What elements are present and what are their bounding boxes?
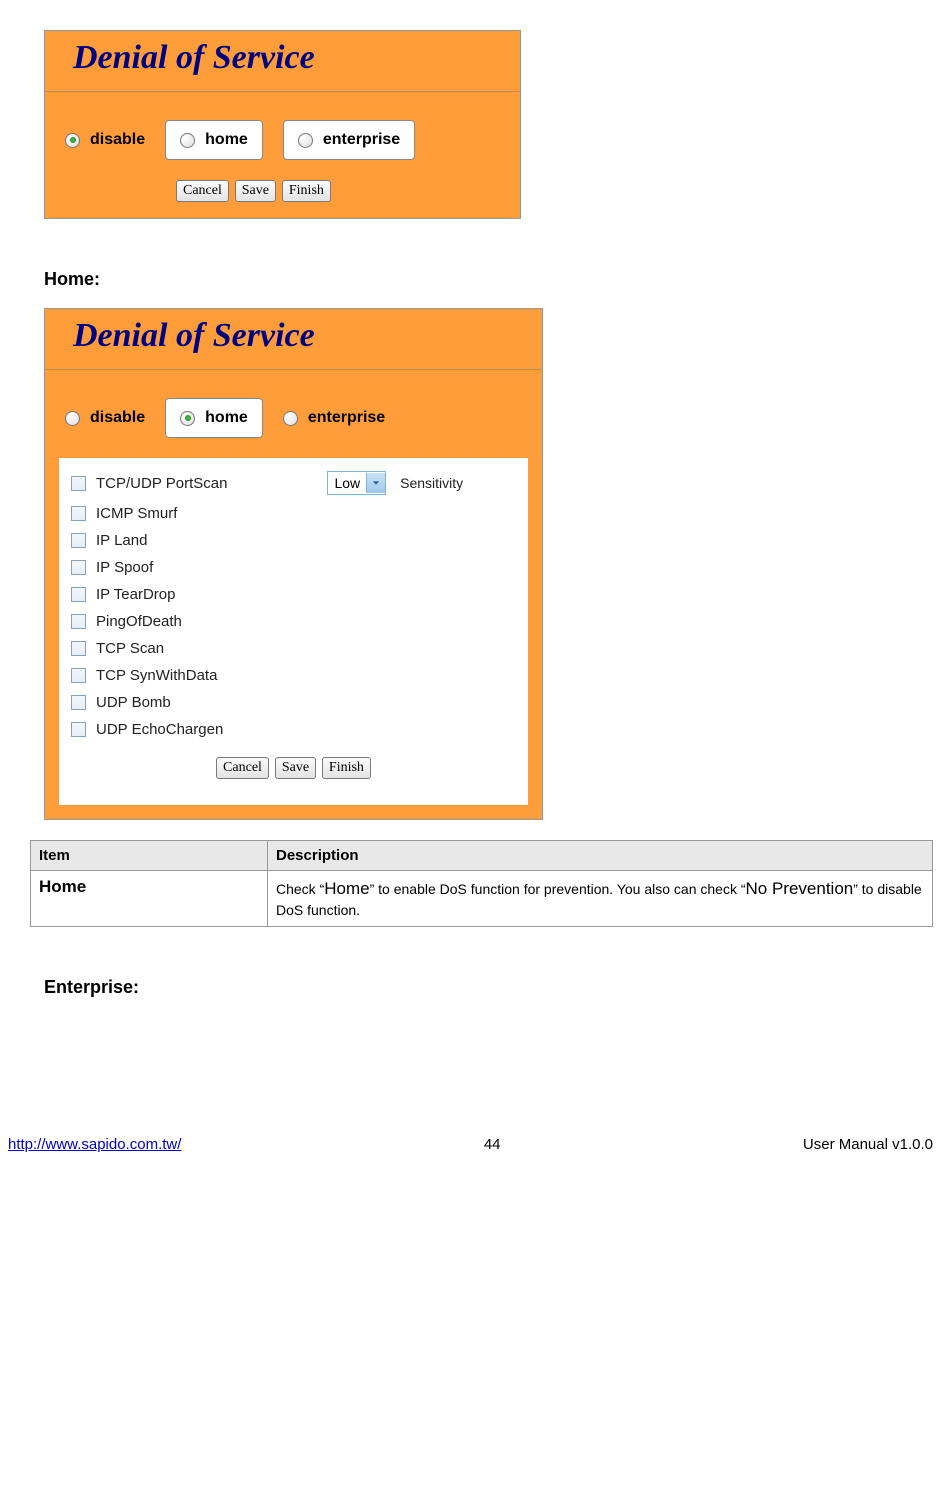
option-label: home [205,409,248,427]
radio-icon [298,133,313,148]
footer-manual-version: User Manual v1.0.0 [803,1136,933,1153]
dropdown-value: Low [334,475,360,491]
check-label: UDP EchoChargen [96,721,223,738]
page-footer: http://www.sapido.com.tw/ 44 User Manual… [8,1016,933,1153]
cancel-button[interactable]: Cancel [216,757,269,779]
text: ” to enable DoS function for prevention.… [370,881,746,897]
option-enterprise[interactable]: enterprise [283,120,415,160]
dos-panel-disable: Denial of Service disable home enterpris… [44,30,521,219]
option-home[interactable]: home [165,398,263,438]
option-label: home [205,131,248,149]
option-label: disable [90,131,145,149]
radio-icon [65,133,80,148]
dos-panel-home: Denial of Service disable home enterpris… [44,308,543,820]
table-cell-item: Home [31,871,268,927]
check-row[interactable]: PingOfDeath [71,608,516,635]
check-label: TCP Scan [96,640,164,657]
check-row-portscan[interactable]: TCP/UDP PortScan Low Sensitivity [71,466,516,500]
save-button[interactable]: Save [235,180,276,202]
check-label: IP Land [96,532,147,549]
text: No Prevention [746,879,854,898]
options-row: disable home enterprise [45,370,542,444]
save-button[interactable]: Save [275,757,316,779]
check-row[interactable]: IP Spoof [71,554,516,581]
options-row: disable home enterprise [45,92,520,166]
radio-icon [180,133,195,148]
table-cell-description: Check “Home” to enable DoS function for … [268,871,933,927]
option-label: disable [90,409,145,427]
radio-icon [65,411,80,426]
panel-title: Denial of Service [45,31,520,92]
option-label: enterprise [323,131,400,149]
text: Check “ [276,881,324,897]
table-header-description: Description [268,841,933,871]
check-label: UDP Bomb [96,694,171,711]
check-row[interactable]: UDP Bomb [71,689,516,716]
sensitivity-label: Sensitivity [400,475,463,491]
checkbox-icon [71,476,86,491]
finish-button[interactable]: Finish [282,180,331,202]
footer-url[interactable]: http://www.sapido.com.tw/ [8,1136,181,1153]
table-header-item: Item [31,841,268,871]
checkbox-icon [71,533,86,548]
radio-icon [283,411,298,426]
checkbox-icon [71,560,86,575]
panel-title: Denial of Service [45,309,542,370]
checkbox-icon [71,668,86,683]
text: Home [324,879,369,898]
check-row[interactable]: IP Land [71,527,516,554]
option-label: enterprise [308,409,385,427]
button-row: Cancel Save Finish [71,743,516,795]
heading-home: Home: [44,269,933,290]
check-label: TCP/UDP PortScan [96,475,227,492]
footer-page-number: 44 [484,1136,501,1153]
check-row[interactable]: TCP SynWithData [71,662,516,689]
check-label: IP Spoof [96,559,153,576]
checkbox-icon [71,722,86,737]
check-row[interactable]: ICMP Smurf [71,500,516,527]
checkbox-icon [71,695,86,710]
checkbox-icon [71,641,86,656]
cancel-button[interactable]: Cancel [176,180,229,202]
check-label: PingOfDeath [96,613,182,630]
button-row: Cancel Save Finish [45,166,520,218]
table-row: Home Check “Home” to enable DoS function… [31,871,933,927]
check-label: ICMP Smurf [96,505,177,522]
option-home[interactable]: home [165,120,263,160]
option-disable[interactable]: disable [65,131,145,149]
checkbox-area: TCP/UDP PortScan Low Sensitivity ICMP Sm… [59,458,528,805]
check-row[interactable]: IP TearDrop [71,581,516,608]
checkbox-icon [71,587,86,602]
checkbox-icon [71,614,86,629]
check-label: IP TearDrop [96,586,176,603]
chevron-down-icon [366,473,385,493]
check-row[interactable]: UDP EchoChargen [71,716,516,743]
radio-icon [180,411,195,426]
finish-button[interactable]: Finish [322,757,371,779]
check-row[interactable]: TCP Scan [71,635,516,662]
option-enterprise[interactable]: enterprise [283,409,385,427]
checkbox-icon [71,506,86,521]
heading-enterprise: Enterprise: [44,977,933,998]
description-table: Item Description Home Check “Home” to en… [30,840,933,927]
option-disable[interactable]: disable [65,409,145,427]
sensitivity-dropdown[interactable]: Low [327,471,386,495]
check-label: TCP SynWithData [96,667,217,684]
